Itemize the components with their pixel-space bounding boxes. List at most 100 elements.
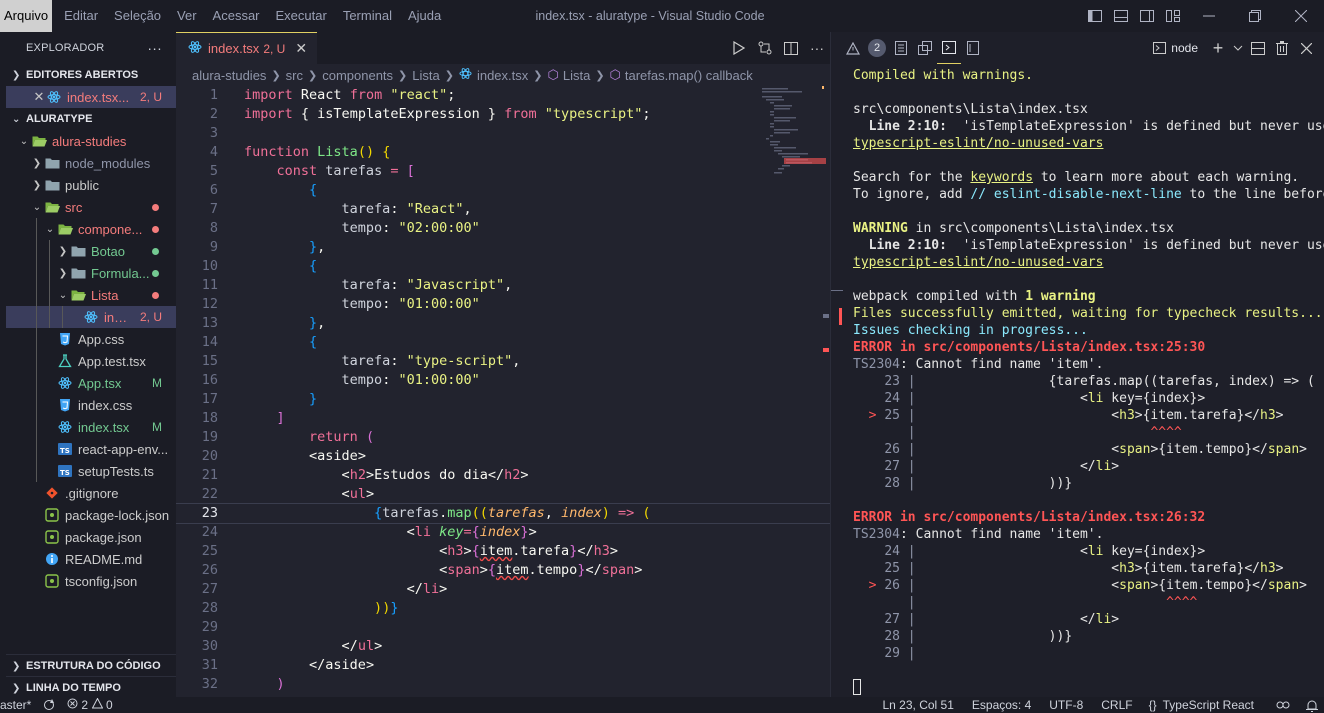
indent-guide [36, 416, 37, 438]
code-line: 32 ) [201, 676, 285, 692]
language-mode[interactable]: {} TypeScript React [1143, 698, 1260, 712]
debug-console-icon[interactable] [913, 32, 937, 64]
menu-selecao[interactable]: Seleção [106, 0, 169, 32]
menu-acessar[interactable]: Acessar [205, 0, 268, 32]
problems-count-badge[interactable]: 2 [865, 32, 889, 64]
project-section[interactable]: ⌄ ALURATYPE [6, 108, 176, 130]
code-line: 2 import { isTemplateExpression } from "t… [209, 106, 651, 122]
close-panel-icon[interactable] [1294, 32, 1318, 64]
split-editor-icon[interactable] [778, 32, 804, 64]
menu-ajuda[interactable]: Ajuda [400, 0, 449, 32]
ports-icon[interactable] [961, 32, 985, 64]
chevron-right-icon[interactable]: ❯ [56, 246, 70, 257]
breadcrumb-item[interactable]: components [322, 68, 393, 83]
customize-layout-icon[interactable] [1160, 0, 1186, 32]
close-tab-icon[interactable]: ✕ [295, 40, 307, 57]
terminal-output[interactable]: Compiled with warnings. src\components\L… [853, 67, 1324, 662]
tree-item[interactable]: .gitignore [6, 482, 176, 504]
encoding[interactable]: UTF-8 [1043, 698, 1089, 712]
tree-item[interactable]: README.md [6, 548, 176, 570]
minimap[interactable] [760, 86, 826, 176]
chevron-down-icon[interactable] [1230, 32, 1246, 64]
chevron-down-icon[interactable]: ⌄ [17, 136, 31, 147]
tree-item[interactable]: inde... 2, U [6, 306, 176, 328]
tree-item[interactable]: tsconfig.json [6, 570, 176, 592]
toggle-panel-icon[interactable] [1108, 0, 1134, 32]
menu-editar[interactable]: Editar [56, 0, 106, 32]
chevron-down-icon[interactable]: ⌄ [56, 290, 70, 301]
tree-item[interactable]: package-lock.json [6, 504, 176, 526]
run-icon[interactable] [726, 32, 752, 64]
chevron-right-icon[interactable]: ❯ [30, 180, 44, 191]
menu-arquivo[interactable]: Arquivo [0, 0, 53, 32]
tree-item[interactable]: App.tsx M [6, 372, 176, 394]
terminal-icon[interactable] [937, 32, 961, 64]
tree-item[interactable]: ⌄ src [6, 196, 176, 218]
terminal-line: To ignore, add // eslint-disable-next-li… [853, 187, 1324, 202]
chevron-right-icon[interactable]: ❯ [30, 158, 44, 169]
indent-guide [49, 262, 50, 284]
indent-guide [49, 240, 50, 262]
tree-item[interactable]: index.tsx M [6, 416, 176, 438]
tree-item[interactable]: ⌄ alura-studies [6, 130, 176, 152]
problems-indicator[interactable]: 2 0 [61, 697, 118, 712]
tree-item[interactable]: App.test.tsx [6, 350, 176, 372]
cursor-position[interactable]: Ln 23, Col 51 [877, 698, 960, 712]
breadcrumb-item[interactable]: alura-studies [192, 68, 266, 83]
breadcrumb-item[interactable]: src [286, 68, 303, 83]
menu-ver[interactable]: Ver [169, 0, 205, 32]
tree-item[interactable]: ❯ Formula... [6, 262, 176, 284]
notifications-icon[interactable] [1300, 699, 1324, 712]
open-editor-item[interactable]: ✕ index.tsx... 2, U [6, 86, 176, 108]
branch-indicator[interactable]: aster* [0, 698, 37, 712]
feedback-icon[interactable] [1270, 699, 1296, 711]
tab-index-tsx[interactable]: index.tsx 2, U ✕ [176, 32, 318, 64]
tree-item[interactable]: App.css [6, 328, 176, 350]
output-icon[interactable] [889, 32, 913, 64]
end-of-line[interactable]: CRLF [1095, 698, 1138, 712]
code-line: 15 tarefa: "type-script", [201, 353, 521, 369]
open-editors-section[interactable]: ❯ EDITORES ABERTOS [6, 64, 176, 86]
chevron-down-icon[interactable]: ⌄ [43, 224, 57, 235]
breadcrumb-item[interactable]: index.tsx [477, 68, 528, 83]
indentation[interactable]: Espaços: 4 [966, 698, 1037, 712]
more-actions-icon[interactable]: ··· [147, 40, 162, 56]
tree-item[interactable]: package.json [6, 526, 176, 548]
minimize-button[interactable] [1186, 0, 1232, 32]
tree-item[interactable]: ❯ Botao [6, 240, 176, 262]
code-line: 9 }, [209, 239, 326, 255]
split-terminal-icon[interactable] [1246, 32, 1270, 64]
tree-item[interactable]: ⌄ Lista [6, 284, 176, 306]
compare-changes-icon[interactable] [752, 32, 778, 64]
tree-item[interactable]: index.css [6, 394, 176, 416]
close-window-button[interactable] [1278, 0, 1324, 32]
outline-section[interactable]: ❯ ESTRUTURA DO CÓDIGO [6, 655, 161, 677]
more-actions-icon[interactable]: ··· [804, 32, 830, 64]
tree-item[interactable]: ❯ node_modules [6, 152, 176, 174]
chevron-down-icon[interactable]: ⌄ [30, 202, 44, 213]
toggle-secondary-sidebar-icon[interactable] [1134, 0, 1160, 32]
tree-item[interactable]: TS react-app-env... [6, 438, 176, 460]
breadcrumb-item[interactable]: Lista [412, 68, 439, 83]
warning-icon[interactable] [841, 32, 865, 64]
editor-scrollbar[interactable] [820, 86, 830, 697]
chevron-right-icon[interactable]: ❯ [56, 268, 70, 279]
breadcrumb-item[interactable]: Lista [563, 68, 590, 83]
shell-name[interactable]: node [1171, 41, 1198, 55]
chevron-right-icon: ❯ [533, 69, 543, 82]
react-icon [83, 310, 99, 324]
sync-icon[interactable] [37, 699, 61, 711]
tree-item[interactable]: ❯ public [6, 174, 176, 196]
toggle-sidebar-icon[interactable] [1082, 0, 1108, 32]
add-terminal-icon[interactable]: + [1206, 32, 1230, 64]
code-area[interactable]: 1 import React from "react"; 2 import { is… [176, 86, 830, 697]
timeline-section[interactable]: ❯ LINHA DO TEMPO [6, 677, 121, 697]
tree-item[interactable]: ⌄ compone... [6, 218, 176, 240]
breadcrumb-item[interactable]: tarefas.map() callback [625, 68, 753, 83]
menu-executar[interactable]: Executar [268, 0, 335, 32]
trash-icon[interactable] [1270, 32, 1294, 64]
tree-item[interactable]: TS setupTests.ts [6, 460, 176, 482]
restore-button[interactable] [1232, 0, 1278, 32]
close-icon[interactable]: ✕ [32, 89, 46, 105]
menu-terminal[interactable]: Terminal [335, 0, 400, 32]
